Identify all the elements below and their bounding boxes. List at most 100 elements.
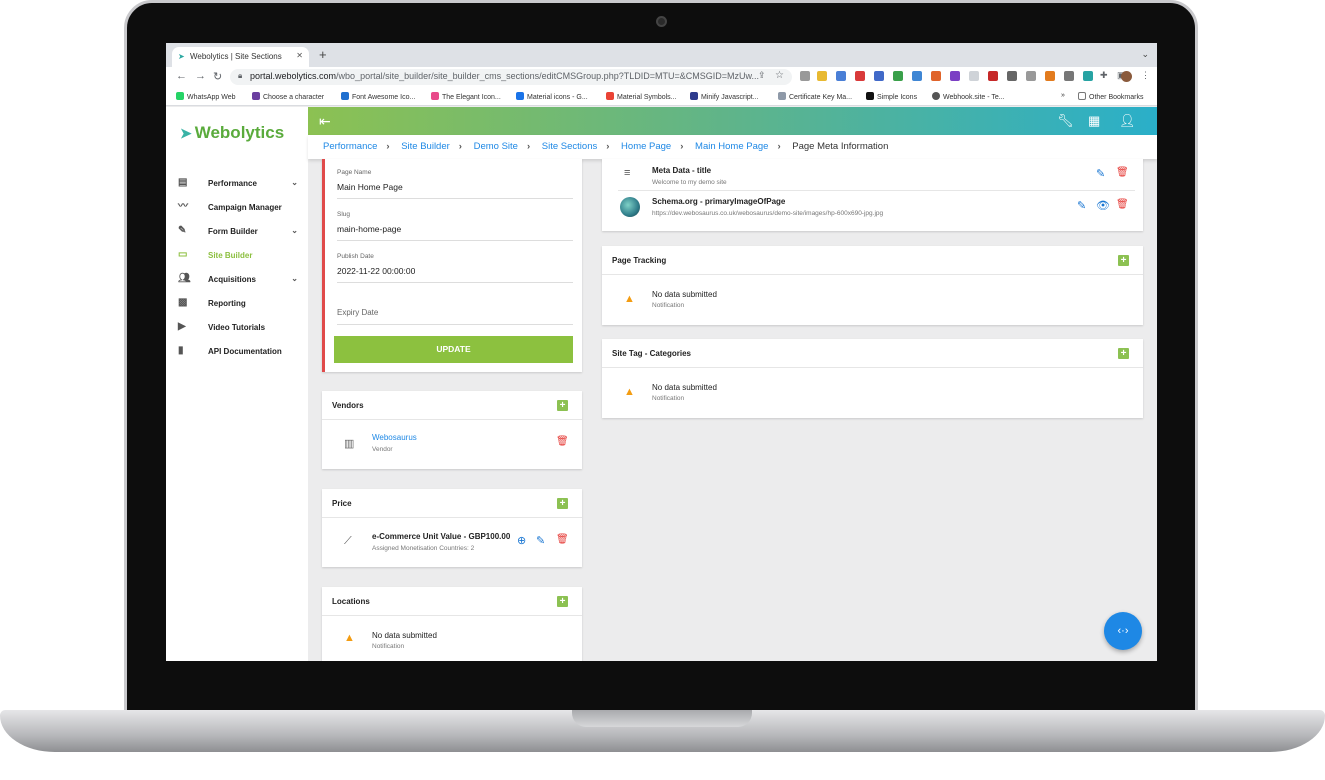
share-icon[interactable]: ⇪ xyxy=(758,70,766,81)
add-location-button[interactable]: + xyxy=(557,596,568,607)
card-header: Page Tracking + xyxy=(602,246,1143,275)
reload-icon[interactable]: ↻ xyxy=(213,70,222,83)
sidebar-item-label: Reporting xyxy=(208,299,246,308)
bookmark-item[interactable]: Choose a character xyxy=(252,92,324,101)
code-fab-button[interactable]: ‹·› xyxy=(1104,612,1142,650)
edit-pencil-icon[interactable]: ✎ xyxy=(1096,167,1105,180)
url-domain: portal.webolytics.com xyxy=(250,71,337,81)
extension-icon[interactable] xyxy=(969,71,979,81)
sidebar-item-reporting[interactable]: ▩ Reporting xyxy=(178,297,302,315)
dashboard-grid-icon[interactable]: ▦ xyxy=(1088,113,1100,129)
bookmark-item[interactable]: Certificate Key Ma... xyxy=(778,92,852,101)
bookmark-item[interactable]: WhatsApp Web xyxy=(176,92,236,101)
meta-item-title: Schema.org - primaryImageOfPage xyxy=(652,197,786,206)
extension-icon[interactable] xyxy=(800,71,810,81)
chevron-right-icon: › xyxy=(458,141,462,152)
extension-icon[interactable] xyxy=(874,71,884,81)
extension-icon[interactable] xyxy=(893,71,903,81)
bookmark-item[interactable]: Material icons - G... xyxy=(516,92,588,101)
sidebar: ➤ Webolytics ▤ Performance ⌄ 〰 Campaign M… xyxy=(166,107,308,661)
page-name-field[interactable]: Main Home Page xyxy=(337,182,403,192)
extension-icon[interactable] xyxy=(1026,71,1036,81)
bookmark-item[interactable]: Font Awesome Ico... xyxy=(341,92,415,101)
sidebar-item-performance[interactable]: ▤ Performance ⌄ xyxy=(178,177,302,195)
bookmark-item[interactable]: Material Symbols... xyxy=(606,92,677,101)
extension-icon[interactable] xyxy=(912,71,922,81)
extension-icon[interactable] xyxy=(1045,71,1055,81)
bookmark-item[interactable]: Minify Javascript... xyxy=(690,92,759,101)
delete-meta-icon[interactable]: 🗑︎ xyxy=(1116,167,1129,178)
sidebar-item-acquisitions[interactable]: 👥︎ Acquisitions ⌄ xyxy=(178,273,302,291)
tab-search-chevron-icon[interactable]: ⌄ xyxy=(1141,49,1149,60)
extension-icon[interactable] xyxy=(836,71,846,81)
breadcrumb-site-sections[interactable]: Site Sections xyxy=(542,141,597,152)
tags-empty: No data submitted xyxy=(652,383,717,392)
webolytics-logo[interactable]: ➤ Webolytics xyxy=(180,123,284,143)
browser-menu-icon[interactable]: ⋮ xyxy=(1141,70,1150,81)
sidebar-item-form-builder[interactable]: ✎ Form Builder ⌄ xyxy=(178,225,302,243)
bookmark-item[interactable]: Webhook.site - Te... xyxy=(932,92,1005,101)
add-circle-icon[interactable]: ⊕ xyxy=(517,534,526,547)
update-button[interactable]: UPDATE xyxy=(334,336,573,363)
expiry-date-field[interactable]: Expiry Date xyxy=(337,308,378,317)
add-site-tag-button[interactable]: + xyxy=(1118,348,1129,359)
sidebar-item-campaign-manager[interactable]: 〰 Campaign Manager xyxy=(178,201,302,219)
add-tracking-button[interactable]: + xyxy=(1118,255,1129,266)
laptop-frame: ➤ Webolytics | Site Sections ✕ + ⌄ ← → ↻… xyxy=(0,0,1325,780)
extension-icon[interactable] xyxy=(950,71,960,81)
back-arrow-icon[interactable]: ← xyxy=(176,70,187,82)
extension-icon[interactable] xyxy=(817,71,827,81)
sidebar-item-video-tutorials[interactable]: ▶ Video Tutorials xyxy=(178,321,302,339)
wrench-icon[interactable]: 🔧︎ xyxy=(1057,113,1074,129)
trending-icon: ⟋ xyxy=(344,535,352,547)
video-icon: ▶ xyxy=(178,321,186,332)
bookmark-item[interactable]: The Elegant Icon... xyxy=(431,92,501,101)
delete-meta-icon[interactable]: 🗑︎ xyxy=(1116,199,1129,210)
breadcrumb-site-builder[interactable]: Site Builder xyxy=(401,141,450,152)
collapse-sidebar-icon[interactable]: ⇤ xyxy=(319,113,331,130)
extension-icon[interactable] xyxy=(1083,71,1093,81)
card-header: Price + xyxy=(322,489,582,518)
bookmark-item[interactable]: Simple Icons xyxy=(866,92,917,101)
eye-icon[interactable]: 👁︎ xyxy=(1096,199,1110,212)
slug-field[interactable]: main-home-page xyxy=(337,224,401,234)
bookmarks-overflow-button[interactable]: » xyxy=(1061,92,1065,99)
close-tab-icon[interactable]: ✕ xyxy=(296,51,303,60)
address-bar[interactable]: 🔒︎ portal.webolytics.com/wbo_portal/site… xyxy=(230,69,792,85)
locations-card: Locations + ▲ No data submitted Notifica… xyxy=(322,587,582,661)
extension-icon[interactable] xyxy=(1007,71,1017,81)
extension-icon[interactable] xyxy=(931,71,941,81)
forward-arrow-icon[interactable]: → xyxy=(195,70,206,82)
breadcrumb-home-page[interactable]: Home Page xyxy=(621,141,671,152)
vendor-link[interactable]: Webosaurus xyxy=(372,433,417,442)
other-bookmarks-folder[interactable]: Other Bookmarks xyxy=(1078,92,1143,101)
people-icon: 👥︎ xyxy=(178,273,191,284)
delete-price-icon[interactable]: 🗑︎ xyxy=(556,534,569,545)
breadcrumb-demo-site[interactable]: Demo Site xyxy=(474,141,518,152)
notes-icon: ≡ xyxy=(624,167,631,179)
price-item-sub: Assigned Monetisation Countries: 2 xyxy=(372,545,475,552)
extensions-puzzle-icon[interactable]: ✚ xyxy=(1100,70,1108,81)
add-vendor-button[interactable]: + xyxy=(557,400,568,411)
delete-vendor-icon[interactable]: 🗑︎ xyxy=(556,436,569,447)
sidebar-item-api-documentation[interactable]: ▮ API Documentation xyxy=(178,345,302,363)
sidebar-item-site-builder[interactable]: ▭ Site Builder xyxy=(178,249,302,267)
breadcrumb-performance[interactable]: Performance xyxy=(323,141,377,152)
edit-pencil-icon[interactable]: ✎ xyxy=(536,534,545,547)
profile-avatar[interactable] xyxy=(1121,71,1132,82)
user-icon[interactable]: 👤︎ xyxy=(1119,113,1136,129)
schema-image-thumbnail xyxy=(620,197,640,217)
browser-tab[interactable]: ➤ Webolytics | Site Sections ✕ xyxy=(172,47,309,67)
new-tab-button[interactable]: + xyxy=(319,47,327,62)
extension-icon[interactable] xyxy=(855,71,865,81)
extension-icon[interactable] xyxy=(988,71,998,81)
add-price-button[interactable]: + xyxy=(557,498,568,509)
card-header: Site Tag - Categories + xyxy=(602,339,1143,368)
bookmark-star-icon[interactable]: ☆ xyxy=(775,70,784,81)
publish-date-field[interactable]: 2022-11-22 00:00:00 xyxy=(337,266,415,276)
extension-icon[interactable] xyxy=(1064,71,1074,81)
card-header: Vendors + xyxy=(322,391,582,420)
breadcrumb-main-home-page[interactable]: Main Home Page xyxy=(695,141,768,152)
edit-pencil-icon[interactable]: ✎ xyxy=(1077,199,1086,212)
book-icon: ▮ xyxy=(178,345,184,356)
